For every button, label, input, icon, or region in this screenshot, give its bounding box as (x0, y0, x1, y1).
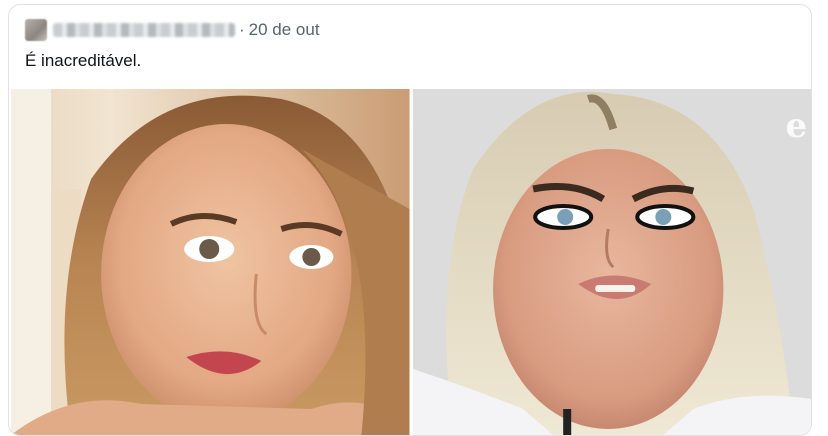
tweet-text: É inacreditável. (25, 51, 142, 70)
tweet-date[interactable]: 20 de out (249, 20, 320, 40)
tweet-media: e (11, 89, 811, 435)
separator: · (239, 20, 245, 39)
watermark-logo: e (785, 106, 807, 146)
tweet-card[interactable]: · 20 de out É inacreditável. e (8, 4, 812, 436)
tweet-header: · 20 de out (25, 17, 320, 43)
avatar[interactable] (25, 19, 47, 41)
blurred-username[interactable] (53, 23, 235, 37)
photo-left[interactable] (11, 89, 410, 435)
photo-right[interactable]: e (412, 89, 811, 435)
